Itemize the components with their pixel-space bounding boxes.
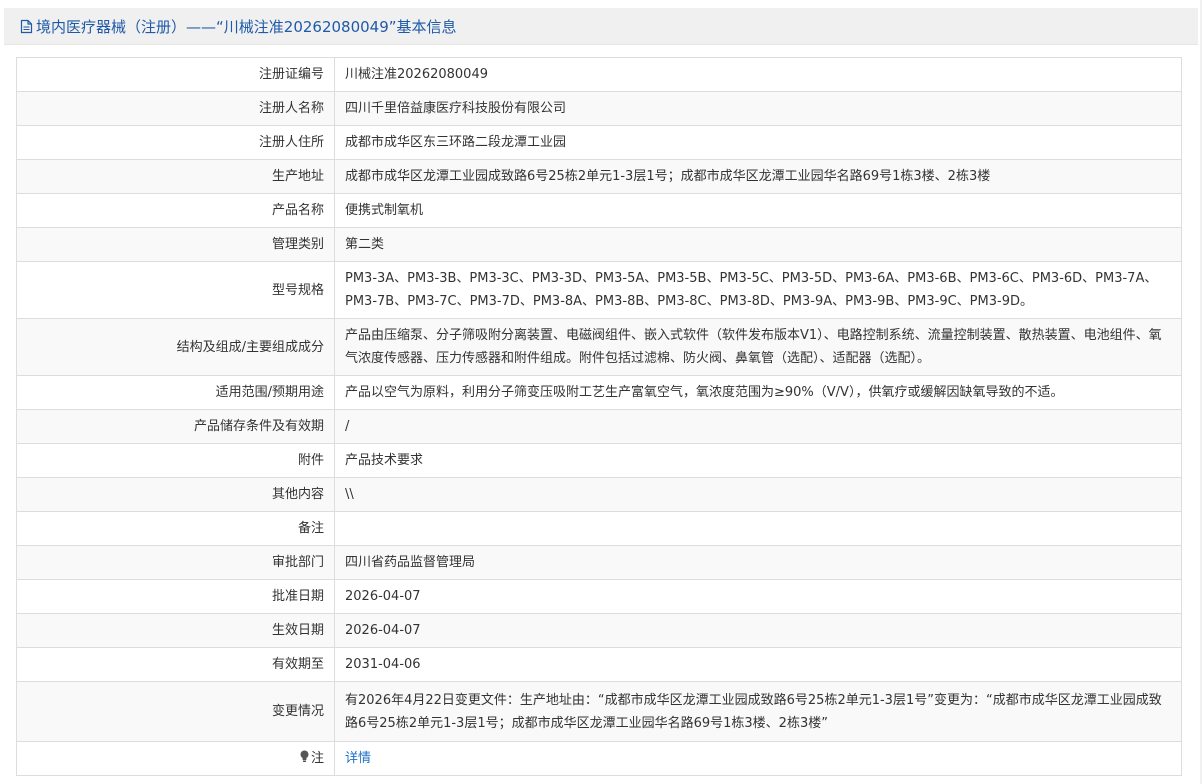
table-row: 其他内容 \\ <box>16 477 1182 512</box>
field-label: 生效日期 <box>16 613 335 648</box>
field-label: 产品名称 <box>16 193 335 228</box>
header-title-wrap: 境内医疗器械（注册）——“川械注准20262080049”基本信息 <box>4 16 457 37</box>
page-title: 境内医疗器械（注册）——“川械注准20262080049”基本信息 <box>36 17 457 36</box>
field-label: 注册人住所 <box>16 125 335 160</box>
field-label: 审批部门 <box>16 545 335 580</box>
field-value: 2031-04-06 <box>334 647 1182 682</box>
table-row: 注册人住所 成都市成华区东三环路二段龙潭工业园 <box>16 125 1182 160</box>
field-label: 变更情况 <box>16 681 335 742</box>
field-label: 型号规格 <box>16 261 335 319</box>
field-label: 产品储存条件及有效期 <box>16 409 335 444</box>
table-row: 变更情况 有2026年4月22日变更文件：生产地址由：“成都市成华区龙潭工业园成… <box>16 681 1182 742</box>
info-table: 注册证编号 川械注准20262080049 注册人名称 四川千里倍益康医疗科技股… <box>16 57 1182 776</box>
page-header: 境内医疗器械（注册）——“川械注准20262080049”基本信息 <box>4 8 1198 45</box>
field-value: 成都市成华区东三环路二段龙潭工业园 <box>334 125 1182 160</box>
field-label: 适用范围/预期用途 <box>16 375 335 410</box>
page-frame: 境内医疗器械（注册）——“川械注准20262080049”基本信息 注册证编号 … <box>0 0 1202 784</box>
field-value: 产品技术要求 <box>334 443 1182 478</box>
field-label: 管理类别 <box>16 227 335 262</box>
field-value: 产品由压缩泵、分子筛吸附分离装置、电磁阀组件、嵌入式软件（软件发布版本V1）、电… <box>334 318 1182 376</box>
field-value: 第二类 <box>334 227 1182 262</box>
field-value: 便携式制氧机 <box>334 193 1182 228</box>
table-row: 有效期至 2031-04-06 <box>16 647 1182 682</box>
field-value: 2026-04-07 <box>334 579 1182 614</box>
field-label: 附件 <box>16 443 335 478</box>
table-row: 产品储存条件及有效期 / <box>16 409 1182 444</box>
table-row: 批准日期 2026-04-07 <box>16 579 1182 614</box>
field-value: 2026-04-07 <box>334 613 1182 648</box>
field-label: 生产地址 <box>16 159 335 194</box>
field-value: 成都市成华区龙潭工业园成致路6号25栋2单元1-3层1号；成都市成华区龙潭工业园… <box>334 159 1182 194</box>
note-label: 注 <box>310 751 324 766</box>
field-value: PM3-3A、PM3-3B、PM3-3C、PM3-3D、PM3-5A、PM3-5… <box>334 261 1182 319</box>
table-row: 注册人名称 四川千里倍益康医疗科技股份有限公司 <box>16 91 1182 126</box>
table-row: 生效日期 2026-04-07 <box>16 613 1182 648</box>
field-label: 批准日期 <box>16 579 335 614</box>
field-value: \\ <box>334 477 1182 512</box>
details-link[interactable]: 详情 <box>345 751 371 766</box>
table-row: 型号规格 PM3-3A、PM3-3B、PM3-3C、PM3-3D、PM3-5A、… <box>16 261 1182 319</box>
field-value: 川械注准20262080049 <box>334 57 1182 92</box>
field-value: 四川千里倍益康医疗科技股份有限公司 <box>334 91 1182 126</box>
field-label: 其他内容 <box>16 477 335 512</box>
table-row: 注册证编号 川械注准20262080049 <box>16 57 1182 92</box>
table-row: 备注 <box>16 511 1182 546</box>
table-row: 结构及组成/主要组成成分 产品由压缩泵、分子筛吸附分离装置、电磁阀组件、嵌入式软… <box>16 318 1182 376</box>
document-icon <box>18 18 34 34</box>
field-value: 有2026年4月22日变更文件：生产地址由：“成都市成华区龙潭工业园成致路6号2… <box>334 681 1182 742</box>
lightbulb-icon <box>299 748 310 762</box>
field-value: 产品以空气为原料，利用分子筛变压吸附工艺生产富氧空气，氧浓度范围为≥90%（V/… <box>334 375 1182 410</box>
field-value: 四川省药品监督管理局 <box>334 545 1182 580</box>
table-row: 管理类别 第二类 <box>16 227 1182 262</box>
note-value-cell: 详情 <box>334 741 1182 776</box>
field-label: 有效期至 <box>16 647 335 682</box>
note-row: 注 详情 <box>16 741 1182 776</box>
table-row: 适用范围/预期用途 产品以空气为原料，利用分子筛变压吸附工艺生产富氧空气，氧浓度… <box>16 375 1182 410</box>
table-row: 审批部门 四川省药品监督管理局 <box>16 545 1182 580</box>
field-label: 备注 <box>16 511 335 546</box>
note-label-cell: 注 <box>16 741 335 776</box>
field-value <box>334 511 1182 546</box>
field-label: 注册证编号 <box>16 57 335 92</box>
field-label: 结构及组成/主要组成成分 <box>16 318 335 376</box>
table-row: 生产地址 成都市成华区龙潭工业园成致路6号25栋2单元1-3层1号；成都市成华区… <box>16 159 1182 194</box>
table-row: 附件 产品技术要求 <box>16 443 1182 478</box>
table-row: 产品名称 便携式制氧机 <box>16 193 1182 228</box>
field-label: 注册人名称 <box>16 91 335 126</box>
field-value: / <box>334 409 1182 444</box>
